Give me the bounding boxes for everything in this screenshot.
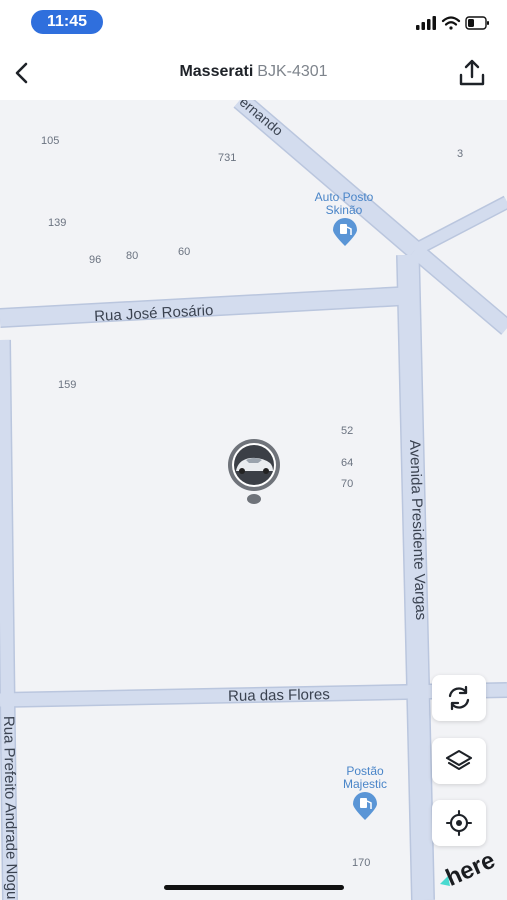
refresh-icon xyxy=(448,685,470,711)
share-icon xyxy=(459,59,485,86)
car-marker-icon xyxy=(234,445,274,485)
vehicle-model: Masserati xyxy=(179,63,254,80)
share-button[interactable] xyxy=(455,56,489,90)
vehicle-plate: BJK-4301 xyxy=(257,63,328,80)
locate-button[interactable] xyxy=(432,800,486,846)
page-title: Masserati BJK-4301 xyxy=(0,63,507,81)
house-number: 80 xyxy=(126,250,138,262)
house-number: 96 xyxy=(89,254,101,266)
house-number: 60 xyxy=(178,246,190,258)
refresh-button[interactable] xyxy=(432,675,486,721)
house-number: 64 xyxy=(341,457,353,469)
battery-icon xyxy=(465,16,489,30)
house-number: 3 xyxy=(457,148,463,160)
street-label-das-flores: Rua das Flores xyxy=(228,686,330,705)
house-number: 105 xyxy=(41,135,59,147)
house-number: 139 xyxy=(48,217,66,229)
status-bar: 11:45 xyxy=(0,0,507,46)
layers-button[interactable] xyxy=(432,738,486,784)
poi-label-line2: Skinão xyxy=(326,203,363,217)
poi-label-line2: Majestic xyxy=(343,777,387,791)
app-header: Masserati BJK-4301 xyxy=(0,46,507,100)
locate-icon xyxy=(445,809,473,837)
layers-icon xyxy=(445,749,473,771)
here-logo: here xyxy=(440,847,499,892)
here-logo-text: here xyxy=(442,848,496,888)
map-view[interactable]: Fernando Rua José Rosário Avenida Presid… xyxy=(0,100,507,900)
status-time: 11:45 xyxy=(31,10,103,34)
poi-label-line1: Auto Posto xyxy=(315,190,374,204)
poi-label-line1: Postão xyxy=(346,764,384,778)
house-number: 170 xyxy=(352,857,370,869)
street-label-prefeito: Rua Prefeito Andrade Nogu xyxy=(0,716,20,900)
status-icons xyxy=(416,14,491,37)
home-indicator xyxy=(164,885,344,890)
signal-icon xyxy=(416,16,436,30)
house-number: 52 xyxy=(341,425,353,437)
house-number: 159 xyxy=(58,379,76,391)
wifi-icon xyxy=(441,16,461,30)
house-number: 70 xyxy=(341,478,353,490)
house-number: 731 xyxy=(218,152,236,164)
